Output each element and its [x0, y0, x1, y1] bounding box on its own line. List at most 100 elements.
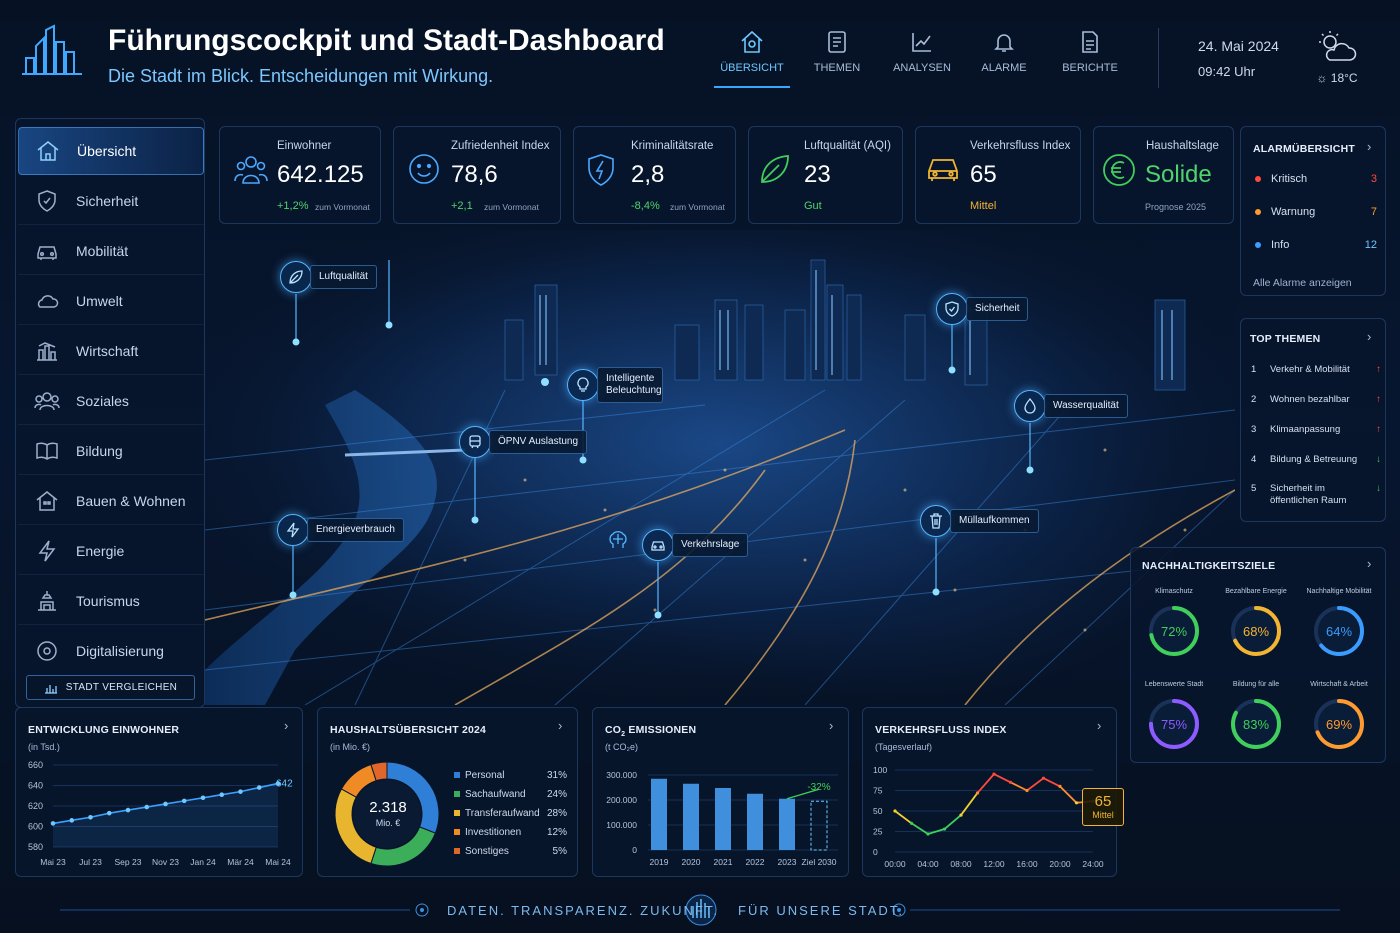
x-tick-label: 2020 — [682, 857, 701, 867]
data-point — [238, 789, 243, 794]
sidebar-item-mobilitaet[interactable]: Mobilität — [18, 227, 204, 275]
goal-ring: 72% — [1149, 606, 1199, 656]
kpi-kriminalitaetsrate[interactable]: Kriminalitätsrate 2,8 -8,4% zum Vormonat — [573, 126, 736, 224]
trend-down-icon: ↓ — [1376, 454, 1381, 465]
population-chart-panel: ENTWICKLUNG EINWOHNER › (in Tsd.) 660 640… — [15, 707, 303, 877]
poi-luftqualitaet[interactable]: Luftqualität — [280, 261, 377, 293]
x-tick-label: Mai 24 — [265, 857, 291, 867]
goal-item[interactable]: Lebenswerte Stadt 75% — [1134, 681, 1214, 751]
poi-muellaufkommen[interactable]: Müllaufkommen — [920, 505, 1039, 537]
x-tick-label: 2019 — [650, 857, 669, 867]
goal-item[interactable]: Bezahlbare Energie 68% — [1216, 588, 1296, 658]
sidebar-item-label: Digitalisierung — [76, 643, 164, 659]
nav-label: ALARME — [981, 62, 1027, 74]
poi-oepnv-auslastung[interactable]: ÖPNV Auslastung — [459, 426, 588, 458]
traffic-index-badge: 65 Mittel — [1082, 788, 1124, 826]
sidebar-item-soziales[interactable]: Soziales — [18, 377, 204, 425]
y-tick-label: 580 — [28, 842, 43, 852]
topic-item[interactable]: 3 Klimaanpassung ↑ — [1251, 424, 1381, 436]
chevron-right-icon[interactable]: › — [1367, 329, 1371, 344]
temperature: 18°C — [1330, 71, 1358, 85]
chevron-right-icon[interactable]: › — [1367, 556, 1371, 571]
topic-item[interactable]: 4 Bildung & Betreuung ↓ — [1251, 454, 1381, 466]
legend-value: 31% — [547, 770, 567, 781]
nav-uebersicht[interactable]: ÜBERSICHT — [712, 30, 792, 88]
alarm-row-info[interactable]: Info 12 — [1255, 239, 1377, 251]
nav-themen[interactable]: THEMEN — [794, 30, 880, 88]
chevron-right-icon[interactable]: › — [1367, 139, 1371, 154]
goal-label: Nachhaltige Mobilität — [1306, 588, 1372, 595]
kpi-label: Haushaltslage — [1146, 140, 1219, 152]
kpi-luftqualitaet[interactable]: Luftqualität (AQI) 23 Gut — [748, 126, 903, 224]
sidebar-item-wirtschaft[interactable]: Wirtschaft — [18, 327, 204, 375]
x-tick-label: Mär 24 — [227, 857, 254, 867]
sidebar-item-uebersicht[interactable]: Übersicht — [18, 127, 204, 175]
top-topics: TOP THEMEN › 1 Verkehr & Mobilität ↑ 2 W… — [1240, 318, 1386, 522]
alarm-row-kritisch[interactable]: Kritisch 3 — [1255, 173, 1377, 185]
poi-wasserqualitaet[interactable]: Wasserqualität — [1014, 390, 1128, 422]
x-tick-label: 04:00 — [917, 859, 939, 869]
sidebar-item-bildung[interactable]: Bildung — [18, 427, 204, 475]
poi-sicherheit[interactable]: Sicherheit — [936, 293, 1029, 325]
all-alarms-link[interactable]: Alle Alarme anzeigen — [1253, 277, 1352, 289]
bar-chart-icon — [44, 684, 57, 694]
city-map[interactable]: Luftqualität Intelligente Beleuchtung ÖP… — [205, 230, 1235, 705]
sidebar-item-tourismus[interactable]: Tourismus — [18, 577, 204, 625]
topic-item[interactable]: 1 Verkehr & Mobilität ↑ — [1251, 364, 1381, 376]
sidebar-item-sicherheit[interactable]: Sicherheit — [18, 177, 204, 225]
sidebar-item-bauen-wohnen[interactable]: Bauen & Wohnen — [18, 477, 204, 525]
goal-item[interactable]: Wirtschaft & Arbeit 69% — [1299, 681, 1379, 751]
nav-berichte[interactable]: BERICHTE — [1046, 30, 1134, 88]
alarm-row-warnung[interactable]: Warnung 7 — [1255, 206, 1377, 218]
kpi-haushaltslage[interactable]: Haushaltslage Solide Prognose 2025 — [1093, 126, 1234, 224]
alarm-label: Kritisch — [1271, 173, 1308, 185]
kpi-label: Zufriedenheit Index — [451, 140, 550, 152]
status-dot — [1255, 242, 1261, 248]
data-point — [50, 821, 56, 826]
topic-item[interactable]: 2 Wohnen bezahlbar ↑ — [1251, 394, 1381, 406]
sidebar-item-energie[interactable]: Energie — [18, 527, 204, 575]
x-tick-label: Ziel 2030 — [802, 857, 837, 867]
sidebar-item-digitalisierung[interactable]: Digitalisierung — [18, 627, 204, 675]
x-tick-label: Nov 23 — [152, 857, 179, 867]
shield-icon — [588, 154, 614, 186]
x-tick-label: Mai 23 — [40, 857, 66, 867]
bar — [715, 788, 731, 850]
page-subtitle: Die Stadt im Blick. Entscheidungen mit W… — [108, 66, 494, 86]
poi-intelligente-beleuchtung[interactable]: Intelligente Beleuchtung — [567, 367, 663, 403]
budget-chart-panel: HAUSHALTSÜBERSICHT 2024 › (in Mio. €) Pe… — [317, 707, 578, 877]
goal-item[interactable]: Klimaschutz 72% — [1134, 588, 1214, 658]
footer-slogan-right: FÜR UNSERE STADT. — [738, 903, 904, 918]
poi-energieverbrauch[interactable]: Energieverbrauch — [277, 514, 404, 546]
current-date: 24. Mai 2024 — [1198, 38, 1279, 54]
compare-city-button[interactable]: STADT VERGLEICHEN — [26, 675, 195, 700]
data-point — [200, 795, 206, 801]
goal-item[interactable]: Nachhaltige Mobilität 64% — [1299, 588, 1379, 658]
goal-item[interactable]: Bildung für alle 83% — [1216, 681, 1296, 751]
nav-alarme[interactable]: ALARME — [964, 30, 1044, 88]
shield-icon — [945, 301, 959, 317]
x-tick-label: 12:00 — [983, 859, 1005, 869]
topic-item[interactable]: 5 Sicherheit im öffentlichen Raum ↓ — [1251, 483, 1381, 507]
header: Führungscockpit und Stadt-Dashboard Die … — [0, 0, 1400, 110]
topic-label: Verkehr & Mobilität — [1270, 364, 1350, 375]
x-tick-label: 24:00 — [1082, 859, 1104, 869]
car-icon — [37, 245, 57, 260]
legend-swatch — [454, 791, 460, 797]
home-icon — [37, 141, 59, 161]
poi-verkehrslage[interactable]: Verkehrslage — [642, 529, 749, 561]
nav-analysen[interactable]: ANALYSEN — [882, 30, 962, 88]
alarm-label: Warnung — [1271, 206, 1316, 218]
kpi-einwohner[interactable]: Einwohner 642.125 +1,2% zum Vormonat — [219, 126, 381, 224]
kpi-zufriedenheit[interactable]: Zufriedenheit Index 78,6 +2,1 zum Vormon… — [393, 126, 561, 224]
kpi-label: Verkehrsfluss Index — [970, 140, 1071, 152]
water-drop-icon — [1024, 398, 1036, 414]
sidebar-item-label: Tourismus — [76, 592, 140, 609]
sidebar-item-umwelt[interactable]: Umwelt — [18, 277, 204, 325]
kpi-status: Mittel — [970, 200, 997, 212]
house-icon — [36, 490, 58, 511]
series-segment — [1026, 777, 1045, 792]
people-icon — [34, 391, 60, 410]
kpi-verkehrsfluss[interactable]: Verkehrsfluss Index 65 Mittel — [915, 126, 1081, 224]
traffic-line-chart: 100 75 50 25 0 00:00 04:00 08:00 12:00 16:00 20:00… — [873, 765, 1104, 869]
